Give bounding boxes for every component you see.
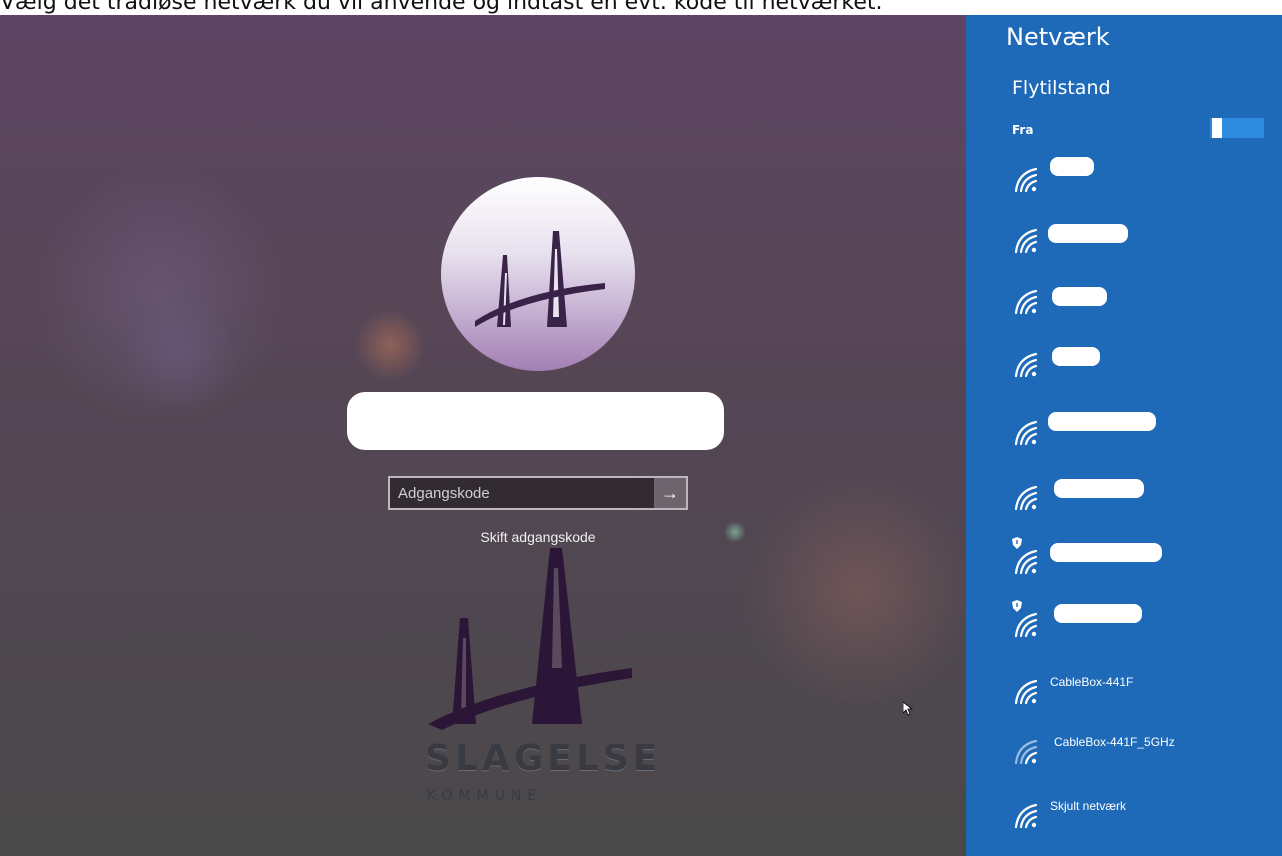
ssid-redacted <box>1048 412 1156 431</box>
network-item[interactable]: CableBox-441F <box>1012 667 1272 707</box>
network-item[interactable] <box>1012 408 1272 448</box>
password-field[interactable]: → <box>388 476 688 510</box>
network-panel: Netværk Flytilstand Fra CableBox-441F Ca… <box>966 15 1282 856</box>
wifi-icon <box>1014 803 1038 829</box>
network-ssid: CableBox-441F <box>1050 675 1134 689</box>
network-item[interactable] <box>1012 473 1272 513</box>
network-item[interactable]: Skjult netværk <box>1012 791 1272 831</box>
network-item[interactable] <box>1012 537 1272 577</box>
network-item[interactable] <box>1012 277 1272 317</box>
network-item[interactable]: CableBox-441F_5GHz <box>1012 727 1272 767</box>
bokeh-light <box>724 521 746 543</box>
ssid-redacted <box>1054 479 1144 498</box>
wifi-icon <box>1014 485 1038 511</box>
bridge-logo-icon <box>475 231 605 327</box>
change-password-link[interactable]: Skift adgangskode <box>438 529 638 545</box>
ssid-redacted <box>1052 347 1100 366</box>
network-item[interactable] <box>1012 155 1272 195</box>
network-item[interactable] <box>1012 216 1272 256</box>
wifi-icon <box>1014 612 1038 638</box>
wifi-icon <box>1014 549 1038 575</box>
airplane-mode-label: Flytilstand <box>1012 77 1111 99</box>
wifi-icon <box>1014 420 1038 446</box>
bokeh-light <box>740 470 966 710</box>
wifi-icon <box>1014 739 1038 765</box>
network-item[interactable] <box>1012 340 1272 380</box>
airplane-mode-toggle[interactable] <box>1210 118 1264 138</box>
bokeh-light <box>355 310 425 380</box>
toggle-thumb <box>1212 118 1222 138</box>
username-redacted <box>347 392 724 450</box>
airplane-mode-state: Fra <box>1012 123 1034 137</box>
instruction-caption: Vælg det trådløse netværk du vil anvende… <box>0 0 883 15</box>
ssid-redacted <box>1048 224 1128 243</box>
wifi-icon <box>1014 289 1038 315</box>
ssid-redacted <box>1050 157 1094 176</box>
ssid-redacted <box>1052 287 1107 306</box>
wifi-icon <box>1014 167 1038 193</box>
ssid-redacted <box>1050 543 1162 562</box>
mouse-cursor-icon <box>903 702 913 716</box>
panel-title: Netværk <box>1006 23 1110 51</box>
ssid-redacted <box>1054 604 1142 623</box>
password-input[interactable] <box>390 478 654 508</box>
logo-name: SLAGELSE <box>425 738 662 779</box>
submit-arrow-button[interactable]: → <box>654 478 686 508</box>
bokeh-light <box>120 295 240 415</box>
wifi-icon <box>1014 679 1038 705</box>
wifi-icon <box>1014 352 1038 378</box>
network-ssid: Skjult netværk <box>1050 799 1127 813</box>
logo-subtitle: KOMMUNE <box>427 788 543 804</box>
network-item[interactable] <box>1012 600 1272 640</box>
network-ssid: CableBox-441F_5GHz <box>1054 735 1175 749</box>
wifi-icon <box>1014 228 1038 254</box>
user-avatar <box>441 177 635 371</box>
